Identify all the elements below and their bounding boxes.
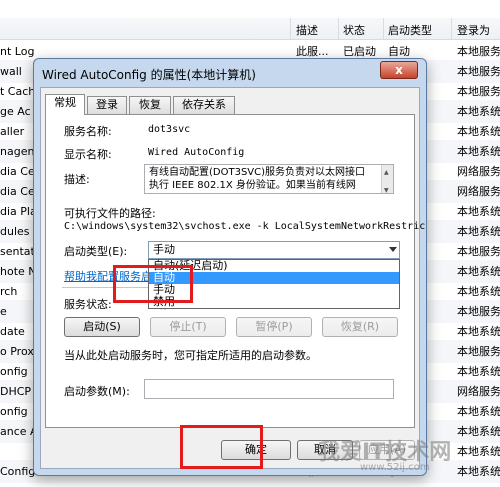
description-scrollbar[interactable]: ▲ ▼ [381,165,393,193]
description-label: 描述: [64,173,90,186]
cell-logon: 本地系统 [457,465,500,478]
column-separator [338,18,339,40]
resume-button[interactable]: 恢复(R) [322,317,398,337]
column-header-startup[interactable]: 启动类型 [388,22,432,38]
start-params-label: 启动参数(M): [64,385,130,398]
dialog-title: Wired AutoConfig 的属性(本地计算机) [42,68,256,82]
tab-dependencies[interactable]: 依存关系 [173,96,235,114]
column-separator [290,18,291,40]
start-button[interactable]: 启动(S) [64,317,140,337]
description-box[interactable]: 有线自动配置(DOT3SVC)服务负责对以太网接口 执行 IEEE 802.1X… [144,164,394,194]
chevron-down-icon [389,247,397,252]
close-button[interactable]: x [380,61,418,79]
column-header-desc[interactable]: 描述 [296,22,318,38]
startup-type-select[interactable]: 手动 [148,241,400,259]
close-icon: x [395,63,403,77]
cell-name: Config [0,465,36,478]
pause-button[interactable]: 暂停(P) [236,317,312,337]
properties-dialog: Wired AutoConfig 的属性(本地计算机) x 常规 登录 恢复 依… [33,58,427,476]
start-params-hint: 当从此处启动服务时，您可指定所适用的启动参数。 [64,349,317,362]
dialog-titlebar[interactable]: Wired AutoConfig 的属性(本地计算机) x [34,59,426,87]
column-header-logon[interactable]: 登录为 [457,22,490,38]
column-separator [383,18,384,40]
header-blank-strip [0,0,500,18]
highlight-ok-button [180,425,263,469]
dialog-client: 常规 登录 恢复 依存关系 服务名称: dot3svc 显示名称: Wired … [40,87,425,469]
tab-logon[interactable]: 登录 [87,96,127,114]
column-separator [451,18,452,40]
scroll-down-icon[interactable]: ▼ [384,184,389,193]
scroll-up-icon[interactable]: ▲ [384,166,389,179]
startup-type-value: 手动 [153,243,175,256]
services-list-header: 描述 状态 启动类型 登录为 [0,0,500,40]
description-line-2: 执行 IEEE 802.1X 身份验证。如果当前有线网 [149,180,356,191]
tab-general[interactable]: 常规 [45,94,85,115]
service-name-value: dot3svc [148,124,191,135]
highlight-auto-option [113,265,193,303]
startup-type-label: 启动类型(E): [64,245,128,258]
executable-path-value: C:\windows\system32\svchost.exe -k Local… [64,221,426,232]
display-name-value: Wired AutoConfig [148,147,245,158]
stop-button[interactable]: 停止(T) [150,317,226,337]
executable-path-label: 可执行文件的路径: [64,207,156,220]
column-header-status[interactable]: 状态 [343,22,365,38]
start-params-input[interactable] [144,379,394,399]
site-watermark-url: www.52ij.com [360,462,430,473]
service-name-label: 服务名称: [64,125,112,138]
description-line-1: 有线自动配置(DOT3SVC)服务负责对以太网接口 [149,167,366,178]
general-panel: 服务名称: dot3svc 显示名称: Wired AutoConfig 描述:… [45,114,425,428]
tab-recovery[interactable]: 恢复 [129,96,171,114]
service-status-label: 服务状态: [64,298,112,311]
display-name-label: 显示名称: [64,148,112,161]
